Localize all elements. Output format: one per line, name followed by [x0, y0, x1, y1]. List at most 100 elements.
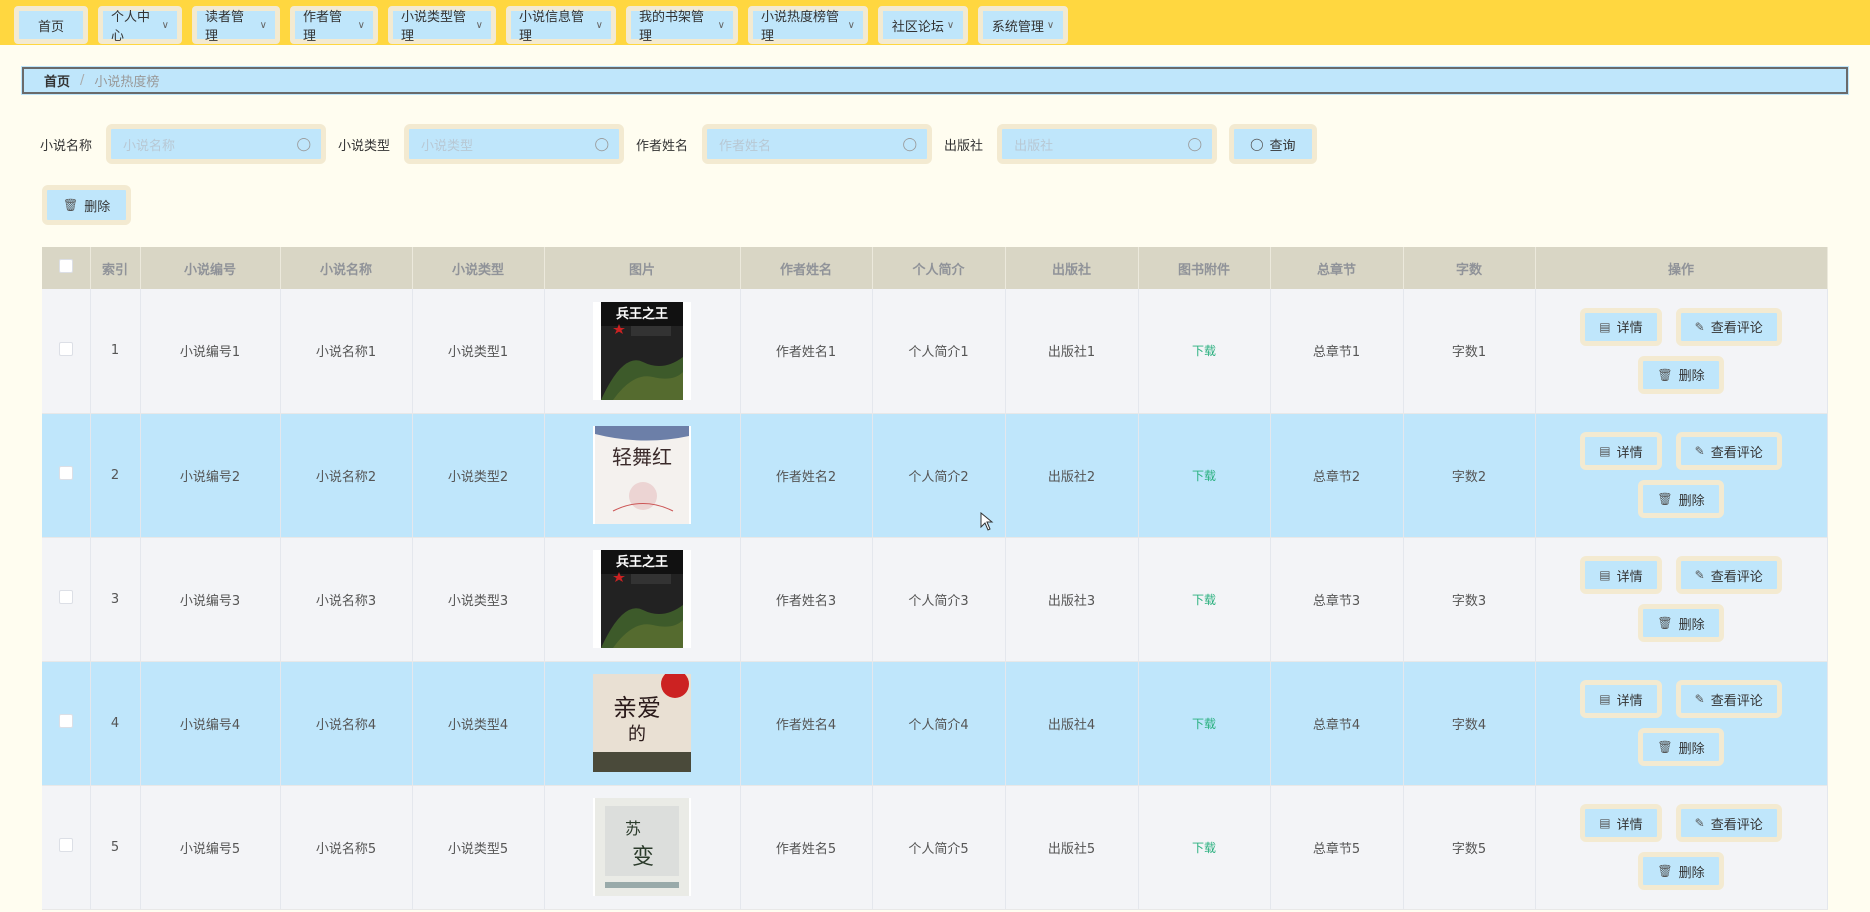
table-row: 5 小说编号5 小说名称5 小说类型5 苏变作者姓名5 个人简介5 出版社5 下载 总章节5 字数… — [42, 785, 1828, 910]
trash-icon: 🗑 — [1657, 864, 1673, 878]
search-label-type: 小说类型 — [338, 138, 391, 154]
query-button[interactable]: ◯ 查询 — [1229, 124, 1317, 164]
document-icon: ▤ — [1599, 816, 1611, 830]
cell-author: 作者姓名4 — [740, 661, 873, 786]
cell-cover: 兵王之王 — [544, 537, 741, 662]
row-checkbox[interactable] — [58, 341, 73, 356]
delete-label: 删除 — [1678, 369, 1705, 385]
book-cover-image: 轻舞红 — [593, 426, 691, 524]
nav-item-1[interactable]: 个人中心 ∨ — [98, 6, 182, 44]
breadcrumb-home[interactable]: 首页 — [44, 71, 70, 90]
view-comments-button[interactable]: ✎ 查看评论 — [1675, 307, 1782, 346]
delete-button[interactable]: 🗑 删除 — [1638, 355, 1724, 394]
nav-item-6[interactable]: 我的书架管理 ∨ — [626, 6, 738, 44]
nav-item-4[interactable]: 小说类型管理 ∨ — [388, 6, 496, 44]
cell-index: 1 — [90, 289, 141, 414]
nav-item-9[interactable]: 系统管理 ∨ — [978, 6, 1068, 44]
nav-item-3[interactable]: 作者管理 ∨ — [290, 6, 378, 44]
row-checkbox[interactable] — [58, 466, 73, 480]
detail-button[interactable]: ▤ 详情 — [1580, 556, 1662, 594]
cell-index: 5 — [90, 785, 141, 910]
book-cover-image: 亲爱的 — [593, 670, 691, 772]
download-link[interactable]: 下载 — [1192, 469, 1216, 483]
row-select-cell[interactable] — [42, 785, 91, 910]
cell-novel-name: 小说名称2 — [280, 413, 413, 538]
detail-button[interactable]: ▤ 详情 — [1580, 804, 1662, 842]
search-input-name[interactable]: 小说名称 ◯ — [106, 124, 327, 164]
bulk-delete-button[interactable]: 🗑 删除 — [42, 185, 132, 225]
delete-button[interactable]: 🗑 删除 — [1638, 604, 1724, 642]
cell-author: 作者姓名5 — [740, 785, 873, 910]
column-header: 小说名称 — [280, 247, 413, 289]
row-select-cell[interactable] — [42, 537, 91, 662]
nav-item-8[interactable]: 社区论坛 ∨ — [878, 6, 968, 44]
search-input-type[interactable]: 小说类型 ◯ — [404, 124, 625, 164]
chevron-down-icon: ∨ — [847, 19, 855, 31]
cell-words: 字数2 — [1403, 413, 1536, 538]
row-select-cell[interactable] — [42, 413, 91, 538]
row-select-cell[interactable] — [42, 289, 91, 414]
row-checkbox[interactable] — [58, 838, 73, 852]
delete-button[interactable]: 🗑 删除 — [1638, 852, 1724, 890]
breadcrumb-separator: / — [80, 73, 85, 88]
search-icon: ◯ — [594, 136, 610, 152]
trash-icon: 🗑 — [1657, 740, 1673, 754]
detail-button[interactable]: ▤ 详情 — [1580, 432, 1662, 470]
download-link[interactable]: 下载 — [1192, 593, 1216, 607]
detail-label: 详情 — [1616, 693, 1643, 709]
cell-cover: 轻舞红 — [544, 413, 741, 538]
delete-label: 删除 — [1678, 493, 1705, 509]
cell-novel-name: 小说名称4 — [280, 661, 413, 786]
cell-actions: ▤ 详情 ✎ 查看评论 🗑 删除 — [1535, 661, 1828, 786]
detail-button[interactable]: ▤ 详情 — [1580, 680, 1662, 718]
row-checkbox[interactable] — [58, 590, 73, 604]
nav-item-7[interactable]: 小说热度榜管理 ∨ — [748, 6, 868, 44]
cell-attachment: 下载 — [1138, 289, 1271, 414]
nav-item-5[interactable]: 小说信息管理 ∨ — [506, 6, 616, 44]
comments-label: 查看评论 — [1710, 817, 1763, 833]
nav-item-0[interactable]: 首页 — [14, 6, 88, 44]
column-header: 小说编号 — [140, 247, 281, 289]
search-bar: 小说名称 小说名称 ◯ 小说类型 小说类型 ◯ 作者姓名 作者姓名 ◯ 出版社 … — [40, 124, 1317, 164]
select-all-cell[interactable] — [42, 247, 91, 289]
cell-novel-no: 小说编号2 — [140, 413, 281, 538]
cell-author: 作者姓名2 — [740, 413, 873, 538]
placeholder: 小说名称 — [123, 138, 176, 154]
download-link[interactable]: 下载 — [1192, 841, 1216, 855]
nav-item-2[interactable]: 读者管理 ∨ — [192, 6, 280, 44]
cell-chapters: 总章节2 — [1270, 413, 1404, 538]
chevron-down-icon: ∨ — [161, 19, 169, 31]
nav-label: 小说信息管理 — [519, 10, 585, 44]
cell-novel-name: 小说名称1 — [280, 289, 413, 414]
detail-label: 详情 — [1616, 321, 1643, 337]
cell-attachment: 下载 — [1138, 661, 1271, 786]
row-checkbox[interactable] — [58, 714, 73, 728]
trash-icon: 🗑 — [1657, 492, 1673, 506]
nav-label: 社区论坛 — [891, 19, 944, 35]
nav-label: 首页 — [37, 19, 64, 35]
nav-label: 个人中心 — [111, 10, 151, 44]
delete-button[interactable]: 🗑 删除 — [1638, 480, 1724, 518]
chevron-down-icon: ∨ — [259, 19, 267, 31]
detail-button[interactable]: ▤ 详情 — [1580, 307, 1662, 346]
view-comments-button[interactable]: ✎ 查看评论 — [1675, 432, 1782, 470]
download-link[interactable]: 下载 — [1192, 717, 1216, 731]
row-select-cell[interactable] — [42, 661, 91, 786]
search-input-author[interactable]: 作者姓名 ◯ — [702, 124, 933, 164]
document-icon: ▤ — [1599, 692, 1611, 706]
view-comments-button[interactable]: ✎ 查看评论 — [1675, 680, 1782, 718]
download-link[interactable]: 下载 — [1192, 344, 1216, 358]
cell-chapters: 总章节1 — [1270, 289, 1404, 414]
view-comments-button[interactable]: ✎ 查看评论 — [1675, 556, 1782, 594]
search-input-publisher[interactable]: 出版社 ◯ — [997, 124, 1218, 164]
cell-novel-no: 小说编号4 — [140, 661, 281, 786]
placeholder: 出版社 — [1014, 138, 1054, 154]
comments-label: 查看评论 — [1710, 569, 1763, 585]
table-row: 1 小说编号1 小说名称1 小说类型1 兵王之王 作者姓名1 个人简介1 出版社1 下载 总章节1… — [42, 289, 1828, 414]
delete-button[interactable]: 🗑 删除 — [1638, 728, 1724, 766]
cell-bio: 个人简介3 — [872, 537, 1006, 662]
nav-label: 作者管理 — [303, 10, 343, 44]
view-comments-button[interactable]: ✎ 查看评论 — [1675, 804, 1782, 842]
select-all-checkbox[interactable] — [58, 259, 73, 273]
column-header: 图片 — [544, 247, 741, 289]
